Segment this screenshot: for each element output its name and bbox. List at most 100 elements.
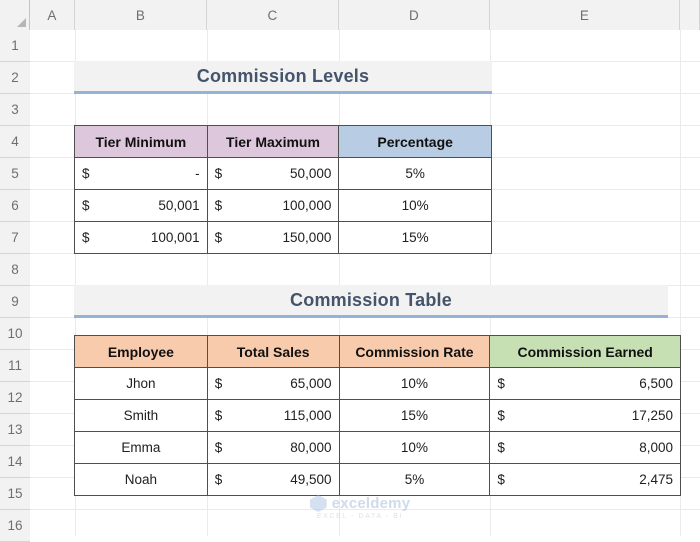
cell-commission-earned[interactable]: $ 2,475 (489, 463, 681, 496)
row-header-7[interactable]: 7 (0, 222, 30, 254)
cell-employee[interactable]: Smith (74, 399, 208, 432)
currency-symbol: $ (214, 472, 223, 487)
currency-symbol: $ (497, 472, 505, 487)
commission-table: Employee Total Sales Commission Rate Com… (74, 335, 681, 496)
table-row: Smith $ 115,000 15% $ 17,250 (74, 399, 681, 432)
cell-commission-earned[interactable]: $ 17,250 (489, 399, 681, 432)
row-header-11[interactable]: 11 (0, 350, 30, 382)
row-header-14[interactable]: 14 (0, 446, 30, 478)
cell-total-sales[interactable]: $ 65,000 (206, 367, 340, 400)
row-header-15[interactable]: 15 (0, 478, 30, 510)
table-row: Jhon $ 65,000 10% $ 6,500 (74, 367, 681, 400)
cell-percentage[interactable]: 15% (338, 221, 492, 254)
cell-percentage[interactable]: 5% (338, 157, 492, 190)
cell-commission-rate[interactable]: 10% (338, 367, 491, 400)
row-header-4[interactable]: 4 (0, 126, 30, 158)
cell-total-sales[interactable]: $ 115,000 (206, 399, 340, 432)
cell-percentage[interactable]: 10% (338, 189, 492, 222)
currency-symbol: $ (214, 230, 223, 245)
value: 80,000 (290, 440, 332, 455)
row-header-10[interactable]: 10 (0, 318, 30, 350)
currency-symbol: $ (214, 440, 223, 455)
row-header-1[interactable]: 1 (0, 30, 30, 62)
table-row: $ 100,001 $ 150,000 15% (74, 221, 492, 254)
currency-symbol: $ (497, 440, 505, 455)
select-all-button[interactable] (0, 0, 30, 30)
cell-tier-minimum[interactable]: $ - (74, 157, 208, 190)
value: 49,500 (290, 472, 332, 487)
cell-commission-earned[interactable]: $ 6,500 (489, 367, 681, 400)
currency-symbol: $ (82, 166, 90, 181)
cell-tier-minimum[interactable]: $ 50,001 (74, 189, 208, 222)
row-header-12[interactable]: 12 (0, 382, 30, 414)
value: 150,000 (282, 230, 332, 245)
row-header-9[interactable]: 9 (0, 286, 30, 318)
spreadsheet-grid: A B C D E 1 2 3 4 5 6 7 8 9 10 11 12 13 … (0, 0, 700, 542)
row-header-8[interactable]: 8 (0, 254, 30, 286)
value: - (195, 166, 200, 181)
row-header-13[interactable]: 13 (0, 414, 30, 446)
row-header-column: 1 2 3 4 5 6 7 8 9 10 11 12 13 14 15 16 (0, 30, 30, 542)
column-header-a[interactable]: A (30, 0, 75, 30)
commission-levels-title: Commission Levels (74, 61, 492, 94)
currency-symbol: $ (82, 198, 90, 213)
table-row: Noah $ 49,500 5% $ 2,475 (74, 463, 681, 496)
currency-symbol: $ (497, 376, 505, 391)
cell-tier-maximum[interactable]: $ 50,000 (206, 157, 340, 190)
row-header-5[interactable]: 5 (0, 158, 30, 190)
currency-symbol: $ (214, 408, 223, 423)
header-commission-earned[interactable]: Commission Earned (489, 335, 681, 368)
cell-commission-rate[interactable]: 5% (338, 463, 491, 496)
header-tier-minimum[interactable]: Tier Minimum (74, 125, 208, 158)
cell-commission-earned[interactable]: $ 8,000 (489, 431, 681, 464)
cell-employee[interactable]: Noah (74, 463, 208, 496)
value: 8,000 (639, 440, 673, 455)
table-row: Emma $ 80,000 10% $ 8,000 (74, 431, 681, 464)
currency-symbol: $ (497, 408, 505, 423)
column-header-row: A B C D E (0, 0, 700, 30)
value: 115,000 (283, 408, 332, 423)
header-employee[interactable]: Employee (74, 335, 208, 368)
commission-table-header-row: Employee Total Sales Commission Rate Com… (74, 335, 681, 368)
value: 65,000 (290, 376, 332, 391)
value: 50,001 (158, 198, 200, 213)
value: 17,250 (631, 408, 673, 423)
column-header-d[interactable]: D (339, 0, 490, 30)
header-percentage[interactable]: Percentage (338, 125, 492, 158)
commission-levels-header-row: Tier Minimum Tier Maximum Percentage (74, 125, 492, 158)
cell-commission-rate[interactable]: 10% (338, 431, 491, 464)
value: 2,475 (639, 472, 673, 487)
cell-tier-minimum[interactable]: $ 100,001 (74, 221, 208, 254)
header-tier-maximum[interactable]: Tier Maximum (206, 125, 340, 158)
cell-tier-maximum[interactable]: $ 150,000 (206, 221, 340, 254)
value: 6,500 (639, 376, 673, 391)
value: 50,000 (290, 166, 332, 181)
commission-table-title: Commission Table (74, 285, 668, 318)
cell-employee[interactable]: Jhon (74, 367, 208, 400)
currency-symbol: $ (214, 376, 223, 391)
row-header-6[interactable]: 6 (0, 190, 30, 222)
currency-symbol: $ (214, 198, 223, 213)
row-header-16[interactable]: 16 (0, 510, 30, 542)
table-row: $ 50,001 $ 100,000 10% (74, 189, 492, 222)
gridline-h-15 (30, 509, 700, 510)
cell-commission-rate[interactable]: 15% (338, 399, 491, 432)
header-commission-rate[interactable]: Commission Rate (338, 335, 491, 368)
cell-employee[interactable]: Emma (74, 431, 208, 464)
currency-symbol: $ (82, 230, 90, 245)
value: 100,000 (282, 198, 332, 213)
row-header-3[interactable]: 3 (0, 94, 30, 126)
column-header-c[interactable]: C (207, 0, 339, 30)
select-all-triangle-icon (17, 18, 26, 27)
value: 100,001 (150, 230, 200, 245)
column-header-e[interactable]: E (490, 0, 680, 30)
cell-total-sales[interactable]: $ 80,000 (206, 431, 340, 464)
cell-tier-maximum[interactable]: $ 100,000 (206, 189, 340, 222)
row-header-2[interactable]: 2 (0, 62, 30, 94)
commission-levels-table: Tier Minimum Tier Maximum Percentage $ -… (74, 125, 492, 254)
table-row: $ - $ 50,000 5% (74, 157, 492, 190)
column-header-f[interactable] (680, 0, 700, 30)
header-total-sales[interactable]: Total Sales (206, 335, 340, 368)
column-header-b[interactable]: B (75, 0, 207, 30)
cell-total-sales[interactable]: $ 49,500 (206, 463, 340, 496)
